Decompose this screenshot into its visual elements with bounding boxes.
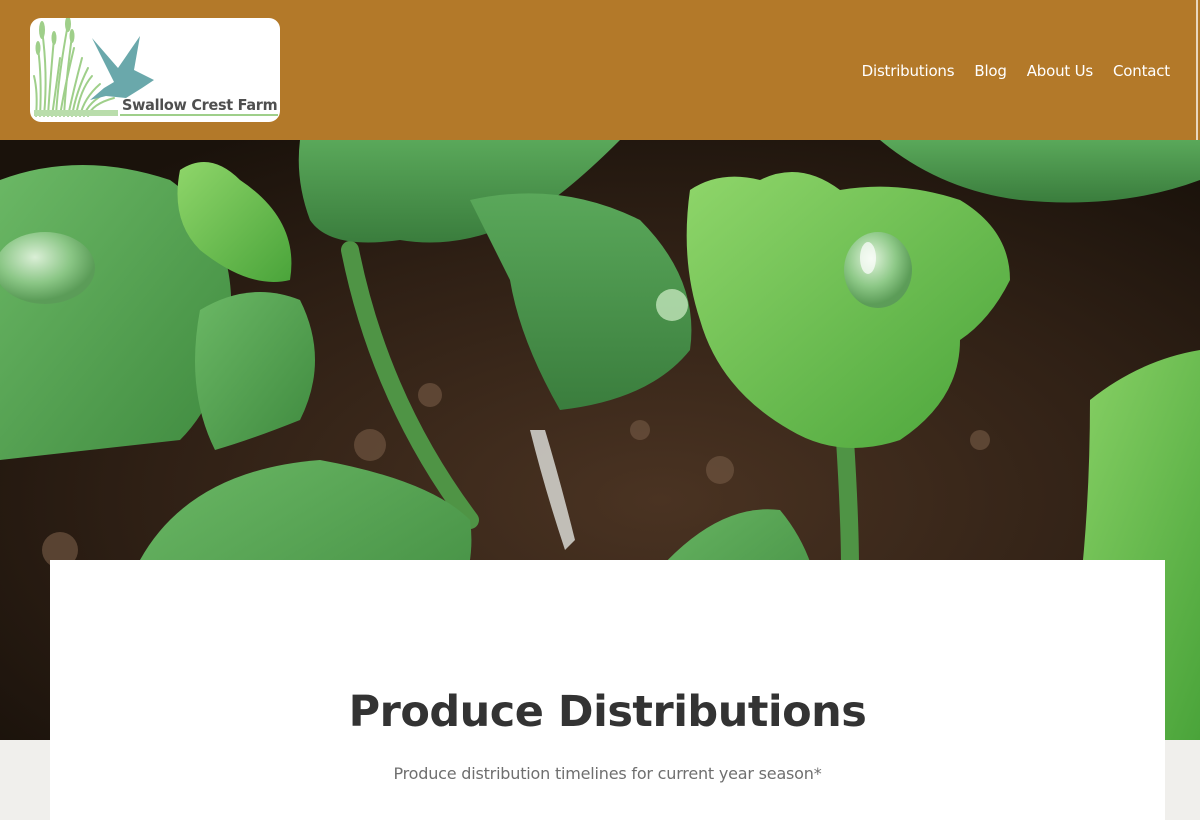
page-subtitle: Produce distribution timelines for curre… [393, 764, 822, 783]
swallow-icon [90, 36, 154, 100]
nav-item-blog[interactable]: Blog [974, 60, 1007, 82]
nav-item-contact[interactable]: Contact [1113, 60, 1170, 82]
main-nav: Distributions Blog About Us Contact [862, 60, 1171, 82]
page-title: Produce Distributions [348, 687, 867, 737]
content-card: Produce Distributions Produce distributi… [50, 560, 1165, 820]
nav-item-distributions[interactable]: Distributions [862, 60, 955, 82]
logo-text: Swallow Crest Farm [122, 96, 278, 114]
nav-item-about-us[interactable]: About Us [1027, 60, 1094, 82]
scrollbar-edge [1196, 0, 1198, 140]
site-logo[interactable]: Swallow Crest Farm [30, 18, 280, 122]
site-header: Swallow Crest Farm Distributions Blog Ab… [0, 0, 1200, 140]
